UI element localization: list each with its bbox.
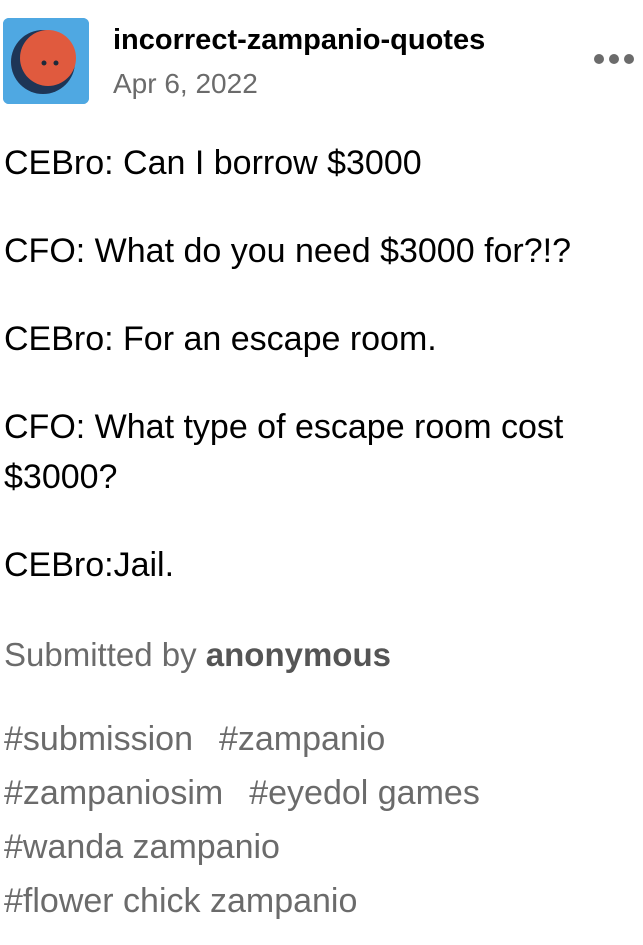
dialogue-line: CEBro: For an escape room. bbox=[4, 320, 437, 358]
dialogue-line: CFO: What do you need $3000 for?!? bbox=[4, 232, 572, 270]
blog-name-link[interactable]: incorrect-zampanio-quotes bbox=[113, 24, 485, 57]
post-date: Apr 6, 2022 bbox=[113, 68, 258, 99]
dialogue-line: CEBro: Can I borrow $3000 bbox=[4, 144, 422, 182]
post-header: incorrect-zampanio-quotes Apr 6, 2022 bbox=[0, 0, 643, 110]
tag-link[interactable]: #wanda zampanio bbox=[4, 820, 280, 874]
tag-link[interactable]: #zampanio bbox=[219, 712, 385, 766]
blog-avatar[interactable] bbox=[3, 18, 89, 104]
post-body: CEBro: Can I borrow $3000 CFO: What do y… bbox=[4, 138, 634, 628]
tag-link[interactable]: #zampaniosim bbox=[4, 766, 223, 820]
tag-link[interactable]: #submission bbox=[4, 712, 193, 766]
submitted-by-label: Submitted by bbox=[4, 636, 206, 673]
tag-link[interactable]: #eyedol games bbox=[249, 766, 480, 820]
post-tags: #submission #zampanio #zampaniosim #eyedol… bbox=[4, 712, 634, 928]
dialogue-line: CEBro:Jail. bbox=[4, 546, 175, 584]
avatar-round-face-icon bbox=[3, 18, 89, 104]
dialogue-line: CFO: What type of escape room cost $3000… bbox=[4, 408, 564, 496]
post-card: incorrect-zampanio-quotes Apr 6, 2022 CE… bbox=[0, 0, 643, 945]
submitter-name: anonymous bbox=[205, 636, 391, 673]
tag-link[interactable]: #flower chick zampanio bbox=[4, 874, 357, 928]
more-dots-icon[interactable] bbox=[588, 46, 638, 74]
submission-credit: Submitted by anonymous bbox=[4, 636, 391, 674]
